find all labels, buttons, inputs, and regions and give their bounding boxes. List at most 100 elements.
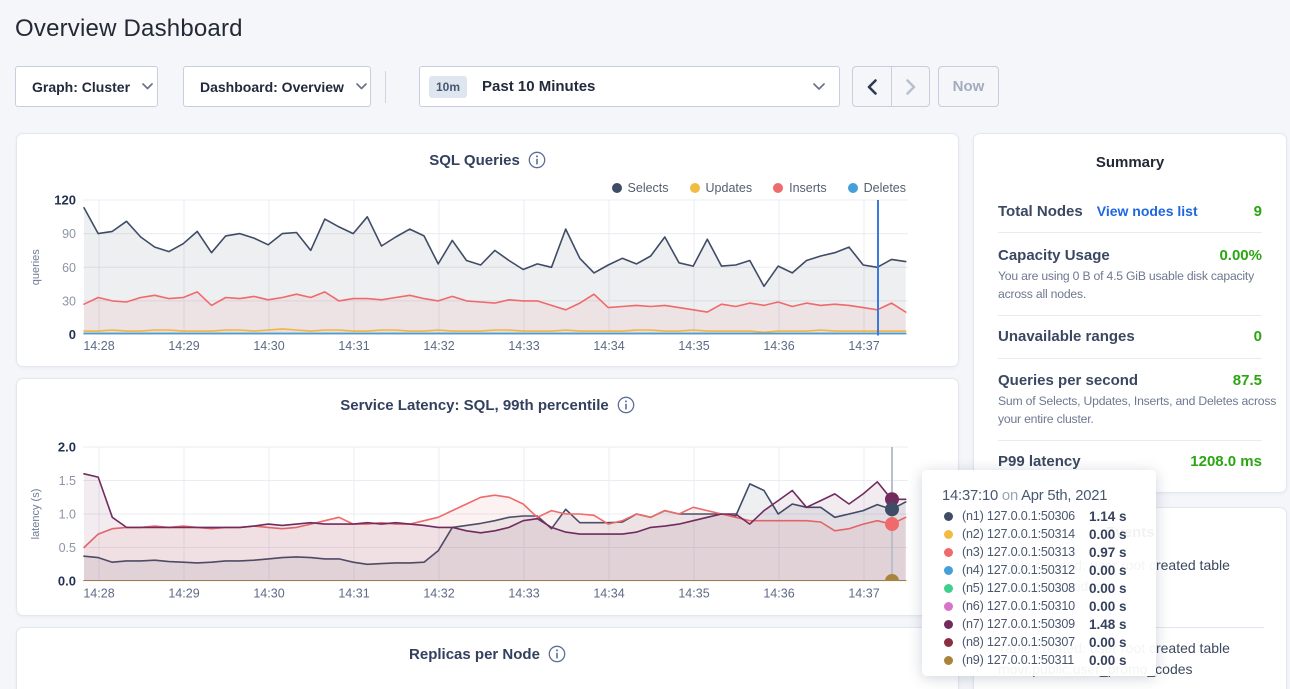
- total-nodes-label: Total Nodes: [998, 203, 1083, 220]
- graph-scope-dropdown[interactable]: Graph: Cluster: [15, 66, 158, 107]
- summary-row-unavailable-ranges: Unavailable ranges 0: [998, 328, 1262, 345]
- now-button-label: Now: [953, 78, 985, 95]
- chevron-down-icon: [356, 83, 367, 90]
- node-address: (n3) 127.0.0.1:50313: [962, 545, 1075, 559]
- svg-text:30: 30: [62, 294, 76, 308]
- tooltip-node-row: (n6) 127.0.0.1:503100.00 s: [942, 597, 1138, 615]
- svg-text:14:31: 14:31: [338, 339, 369, 353]
- capacity-usage-label: Capacity Usage: [998, 247, 1110, 264]
- svg-text:120: 120: [54, 193, 76, 208]
- p99-latency-value: 1208.0 ms: [1190, 453, 1262, 470]
- svg-text:14:36: 14:36: [763, 339, 794, 353]
- svg-text:2.0: 2.0: [58, 440, 76, 455]
- node-color-dot: [944, 584, 953, 593]
- node-address: (n9) 127.0.0.1:50311: [962, 653, 1074, 667]
- node-address: (n1) 127.0.0.1:50306: [962, 509, 1075, 523]
- time-range-badge: 10m: [429, 76, 467, 98]
- dashboard-dropdown[interactable]: Dashboard: Overview: [183, 66, 371, 107]
- time-step-buttons: [852, 66, 930, 107]
- info-icon[interactable]: [548, 645, 566, 663]
- time-range-picker[interactable]: 10m Past 10 Minutes: [419, 66, 840, 107]
- node-latency-value: 1.48 s: [1089, 617, 1127, 632]
- replicas-per-node-panel: Replicas per Node: [16, 627, 959, 689]
- queries-per-second-value: 87.5: [1233, 372, 1262, 389]
- node-address: (n5) 127.0.0.1:50308: [962, 581, 1075, 595]
- capacity-usage-desc: You are using 0 B of 4.5 GiB usable disk…: [998, 267, 1286, 303]
- chart-hover-tooltip: 14:37:10 on Apr 5th, 2021 (n1) 127.0.0.1…: [922, 470, 1156, 676]
- summary-row-p99: P99 latency 1208.0 ms: [998, 453, 1262, 470]
- chevron-left-icon: [867, 79, 877, 95]
- svg-text:14:36: 14:36: [763, 587, 794, 601]
- svg-text:0: 0: [69, 327, 76, 342]
- chevron-down-icon: [142, 83, 153, 90]
- node-address: (n7) 127.0.0.1:50309: [962, 617, 1075, 631]
- unavailable-ranges-label: Unavailable ranges: [998, 328, 1135, 345]
- svg-text:14:30: 14:30: [253, 339, 284, 353]
- summary-row-total-nodes: Total Nodes View nodes list 9: [998, 203, 1262, 220]
- node-latency-value: 0.00 s: [1089, 527, 1127, 542]
- summary-divider: [998, 440, 1262, 441]
- summary-title: Summary: [974, 154, 1286, 171]
- svg-text:14:29: 14:29: [168, 587, 199, 601]
- node-latency-value: 1.14 s: [1089, 509, 1127, 524]
- svg-text:1.0: 1.0: [59, 508, 76, 522]
- svg-text:14:32: 14:32: [423, 587, 454, 601]
- tooltip-node-row: (n8) 127.0.0.1:50307 0.00 s: [942, 633, 1138, 651]
- chevron-down-icon: [813, 83, 825, 91]
- svg-text:14:30: 14:30: [253, 587, 284, 601]
- svg-text:14:37: 14:37: [848, 587, 879, 601]
- node-latency-value: 0.00 s: [1089, 563, 1127, 578]
- svg-text:14:33: 14:33: [508, 339, 539, 353]
- service-latency-chart[interactable]: 2.01.51.00.50.014:2814:2914:3014:3114:32…: [17, 379, 960, 617]
- node-color-dot: [944, 566, 953, 575]
- time-step-back-button[interactable]: [853, 67, 891, 106]
- svg-text:14:35: 14:35: [678, 587, 709, 601]
- queries-per-second-desc: Sum of Selects, Updates, Inserts, and De…: [998, 392, 1286, 428]
- time-range-label: Past 10 Minutes: [482, 78, 801, 95]
- svg-text:14:37: 14:37: [848, 339, 879, 353]
- summary-panel: Summary Total Nodes View nodes list 9 Ca…: [973, 133, 1287, 493]
- tooltip-timestamp: 14:37:10 on Apr 5th, 2021: [942, 488, 1138, 504]
- summary-row-capacity: Capacity Usage 0.00%: [998, 247, 1262, 264]
- page-title: Overview Dashboard: [15, 15, 243, 43]
- svg-text:0.5: 0.5: [59, 541, 76, 555]
- svg-text:14:31: 14:31: [338, 587, 369, 601]
- node-color-dot: [944, 602, 953, 611]
- node-address: (n8) 127.0.0.1:50307: [962, 635, 1075, 649]
- sql-queries-chart[interactable]: 120906030014:2814:2914:3014:3114:3214:33…: [17, 134, 960, 368]
- svg-text:queries: queries: [30, 249, 42, 286]
- summary-row-qps: Queries per second 87.5: [998, 372, 1262, 389]
- svg-text:1.5: 1.5: [59, 474, 76, 488]
- chevron-right-icon: [906, 79, 916, 95]
- node-latency-value: 0.00 s: [1089, 635, 1127, 650]
- view-nodes-list-link[interactable]: View nodes list: [1097, 203, 1198, 219]
- node-color-dot: [944, 620, 953, 629]
- time-step-forward-button[interactable]: [891, 67, 929, 106]
- svg-text:latency (s): latency (s): [30, 489, 42, 540]
- tooltip-node-row: (n4) 127.0.0.1:50312 0.00 s: [942, 561, 1138, 579]
- node-color-dot: [944, 530, 953, 539]
- tooltip-node-list: (n1) 127.0.0.1:503061.14 s(n2) 127.0.0.1…: [942, 507, 1138, 669]
- node-address: (n4) 127.0.0.1:50312: [962, 563, 1075, 577]
- capacity-usage-value: 0.00%: [1219, 247, 1262, 264]
- summary-divider: [998, 315, 1262, 316]
- svg-text:14:34: 14:34: [593, 587, 624, 601]
- total-nodes-value: 9: [1254, 203, 1262, 220]
- node-latency-value: 0.00 s: [1089, 581, 1127, 596]
- p99-latency-label: P99 latency: [998, 453, 1081, 470]
- svg-text:14:28: 14:28: [83, 587, 114, 601]
- node-latency-value: 0.97 s: [1089, 545, 1127, 560]
- now-button[interactable]: Now: [938, 66, 999, 107]
- svg-text:14:35: 14:35: [678, 339, 709, 353]
- tooltip-node-row: (n7) 127.0.0.1:50309 1.48 s: [942, 615, 1138, 633]
- summary-divider: [998, 232, 1262, 233]
- node-latency-value: 0.00 s: [1089, 599, 1127, 614]
- tooltip-node-row: (n2) 127.0.0.1:50314 0.00 s: [942, 525, 1138, 543]
- summary-divider: [998, 358, 1262, 359]
- node-address: (n2) 127.0.0.1:50314: [962, 527, 1075, 541]
- graph-scope-label: Graph: Cluster: [32, 79, 130, 95]
- node-latency-value: 0.00 s: [1089, 653, 1127, 668]
- node-color-dot: [944, 548, 953, 557]
- node-color-dot: [944, 638, 953, 647]
- svg-text:14:34: 14:34: [593, 339, 624, 353]
